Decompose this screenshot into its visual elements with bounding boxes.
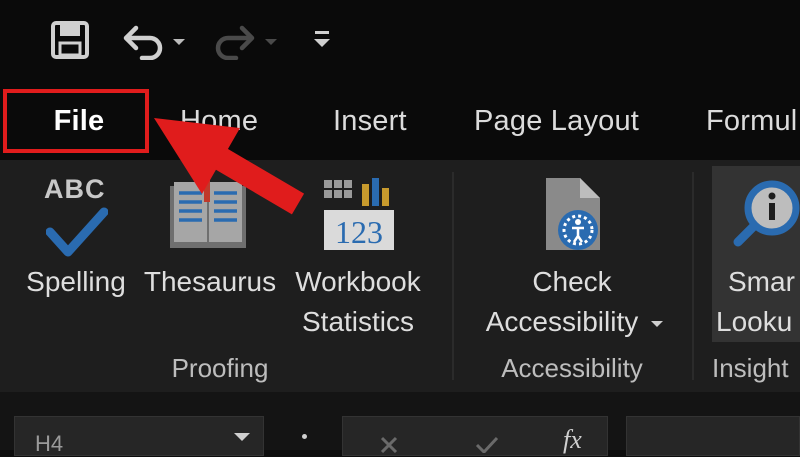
undo-icon[interactable] bbox=[120, 18, 166, 62]
tab-formulas[interactable]: Formul bbox=[706, 82, 797, 160]
proofing-group-label: Proofing bbox=[171, 353, 269, 383]
check-accessibility-button[interactable]: Check Accessibility bbox=[470, 172, 674, 352]
check-icon[interactable] bbox=[475, 435, 499, 453]
group-separator bbox=[452, 172, 454, 380]
statistics-number-text: 123 bbox=[335, 214, 383, 250]
name-box[interactable]: H4 bbox=[14, 416, 264, 456]
file-tab-highlight-box bbox=[3, 89, 149, 153]
tab-insert[interactable]: Insert bbox=[333, 82, 407, 160]
undo-dropdown-icon[interactable] bbox=[172, 34, 186, 52]
workbook-statistics-icon: 123 bbox=[324, 178, 394, 250]
accessibility-icon bbox=[546, 178, 600, 250]
spelling-label: Spelling bbox=[26, 266, 126, 297]
red-pointer-arrow bbox=[154, 118, 305, 215]
workbook-statistics-label-line1: Workbook bbox=[295, 266, 421, 297]
check-accessibility-label-line2: Accessibility bbox=[485, 306, 639, 337]
chevron-down-icon bbox=[651, 321, 663, 327]
spelling-button[interactable]: ABC Spelling bbox=[20, 172, 132, 312]
spelling-abc-text: ABC bbox=[44, 174, 106, 204]
spelling-check-icon bbox=[46, 207, 108, 257]
save-icon[interactable] bbox=[48, 18, 92, 62]
formula-commands: fx bbox=[342, 416, 608, 456]
smart-lookup-button[interactable]: Smar Looku bbox=[712, 166, 800, 342]
thesaurus-label: Thesaurus bbox=[143, 266, 277, 297]
redo-dropdown-icon[interactable] bbox=[264, 34, 278, 52]
group-separator bbox=[692, 172, 694, 380]
insights-group-label: Insight bbox=[712, 353, 789, 383]
redo-icon[interactable] bbox=[212, 18, 258, 62]
accessibility-group-label: Accessibility bbox=[501, 353, 643, 383]
customize-qat-icon[interactable] bbox=[312, 28, 332, 55]
insert-function-button[interactable]: fx bbox=[563, 425, 582, 455]
name-box-dropdown-icon[interactable] bbox=[233, 431, 251, 443]
tab-page-layout[interactable]: Page Layout bbox=[474, 82, 639, 160]
smart-lookup-icon bbox=[733, 180, 800, 247]
formula-bar-grip-icon[interactable] bbox=[302, 434, 307, 439]
workbook-statistics-label-line2: Statistics bbox=[301, 306, 415, 337]
name-box-value: H4 bbox=[35, 431, 64, 456]
smart-lookup-label-line2: Looku bbox=[716, 306, 793, 337]
check-accessibility-label-line1: Check bbox=[532, 266, 612, 297]
cancel-icon[interactable] bbox=[379, 435, 399, 453]
formula-bar: H4 fx bbox=[0, 392, 800, 456]
quick-access-toolbar bbox=[0, 0, 800, 82]
smart-lookup-label-line1: Smar bbox=[728, 266, 795, 297]
formula-input[interactable] bbox=[626, 416, 800, 456]
